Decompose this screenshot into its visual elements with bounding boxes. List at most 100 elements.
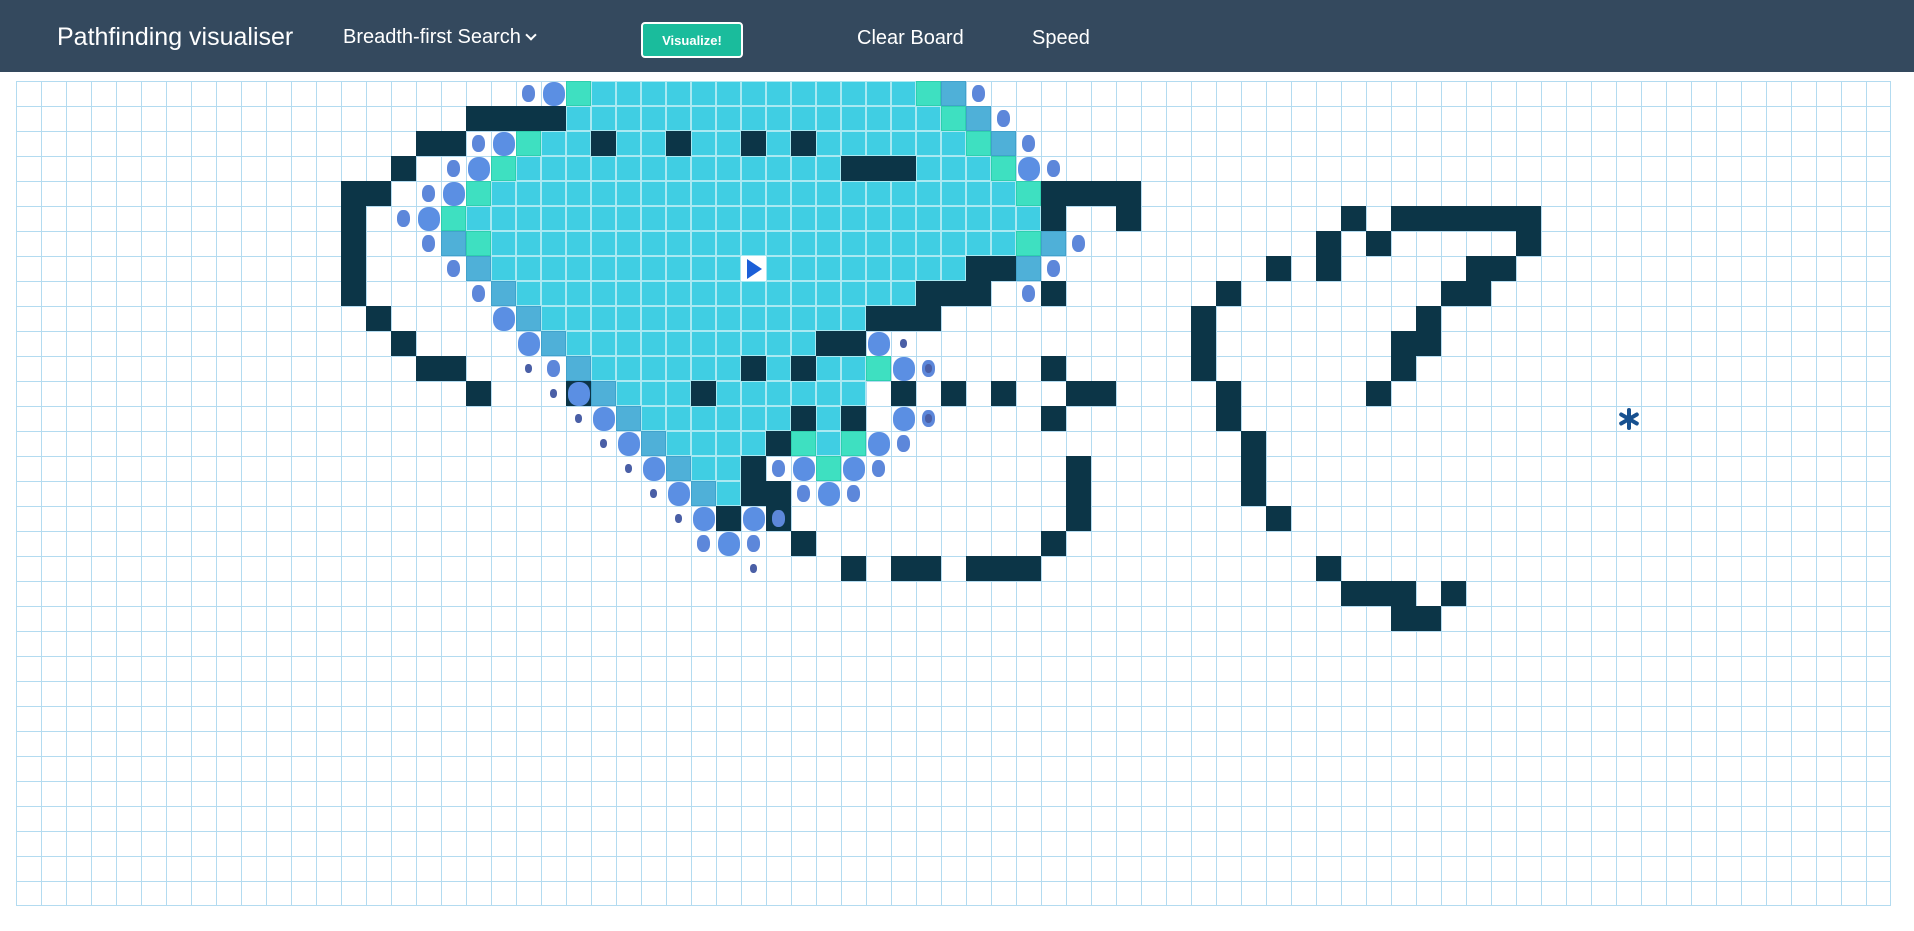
visited-cell[interactable]: [991, 231, 1016, 256]
wall-cell[interactable]: [1341, 206, 1366, 231]
wall-cell[interactable]: [366, 306, 391, 331]
visited-cell[interactable]: [616, 281, 641, 306]
wall-cell[interactable]: [866, 156, 891, 181]
queued-cell[interactable]: [691, 481, 716, 506]
visited-cell[interactable]: [691, 206, 716, 231]
visited-cell[interactable]: [666, 406, 691, 431]
wall-cell[interactable]: [1216, 406, 1241, 431]
wall-cell[interactable]: [1041, 206, 1066, 231]
target-node-icon[interactable]: [1616, 406, 1641, 431]
wall-cell[interactable]: [516, 106, 541, 131]
wall-cell[interactable]: [1391, 581, 1416, 606]
wall-cell[interactable]: [941, 381, 966, 406]
wall-cell[interactable]: [1391, 206, 1416, 231]
queued-cell[interactable]: [566, 356, 591, 381]
visited-cell[interactable]: [691, 306, 716, 331]
visited-cell[interactable]: [516, 206, 541, 231]
wall-cell[interactable]: [1416, 306, 1441, 331]
visited-cell[interactable]: [941, 206, 966, 231]
visited-cell[interactable]: [641, 306, 666, 331]
visited-cell[interactable]: [591, 106, 616, 131]
app-title[interactable]: Pathfinding visualiser: [57, 23, 293, 52]
visited-cell[interactable]: [641, 256, 666, 281]
wall-cell[interactable]: [841, 331, 866, 356]
visited-cell[interactable]: [716, 306, 741, 331]
visited-cell[interactable]: [691, 331, 716, 356]
wall-cell[interactable]: [1416, 606, 1441, 631]
visited-cell[interactable]: [766, 356, 791, 381]
visited-cell[interactable]: [766, 231, 791, 256]
visited-cell[interactable]: [491, 181, 516, 206]
wall-cell[interactable]: [1091, 381, 1116, 406]
wall-cell[interactable]: [1216, 381, 1241, 406]
wall-cell[interactable]: [1066, 456, 1091, 481]
visited-cell[interactable]: [641, 131, 666, 156]
visited-cell[interactable]: [816, 306, 841, 331]
visited-cell[interactable]: [1016, 206, 1041, 231]
visited-cell[interactable]: [841, 306, 866, 331]
visited-cell[interactable]: [641, 106, 666, 131]
wall-cell[interactable]: [1416, 331, 1441, 356]
visited-cell[interactable]: [766, 131, 791, 156]
visited-cell[interactable]: [691, 456, 716, 481]
visited-cell[interactable]: [566, 231, 591, 256]
visited-cell[interactable]: [766, 156, 791, 181]
wall-cell[interactable]: [541, 106, 566, 131]
wall-cell[interactable]: [1366, 581, 1391, 606]
visited-cell[interactable]: [691, 231, 716, 256]
wall-cell[interactable]: [1241, 431, 1266, 456]
frontier-cell[interactable]: [1016, 181, 1041, 206]
visited-cell[interactable]: [716, 206, 741, 231]
wall-cell[interactable]: [1466, 256, 1491, 281]
visited-cell[interactable]: [716, 281, 741, 306]
wall-cell[interactable]: [966, 256, 991, 281]
wall-cell[interactable]: [1391, 331, 1416, 356]
visited-cell[interactable]: [616, 206, 641, 231]
visited-cell[interactable]: [591, 81, 616, 106]
visited-cell[interactable]: [591, 156, 616, 181]
visited-cell[interactable]: [966, 181, 991, 206]
visited-cell[interactable]: [691, 81, 716, 106]
visited-cell[interactable]: [841, 181, 866, 206]
visited-cell[interactable]: [816, 381, 841, 406]
visited-cell[interactable]: [566, 181, 591, 206]
visited-cell[interactable]: [816, 406, 841, 431]
visited-cell[interactable]: [691, 356, 716, 381]
wall-cell[interactable]: [716, 506, 741, 531]
visited-cell[interactable]: [691, 131, 716, 156]
visited-cell[interactable]: [791, 206, 816, 231]
visited-cell[interactable]: [666, 306, 691, 331]
visited-cell[interactable]: [791, 306, 816, 331]
frontier-cell[interactable]: [816, 456, 841, 481]
frontier-cell[interactable]: [566, 81, 591, 106]
visited-cell[interactable]: [916, 106, 941, 131]
wall-cell[interactable]: [591, 131, 616, 156]
visited-cell[interactable]: [741, 81, 766, 106]
visited-cell[interactable]: [891, 81, 916, 106]
visited-cell[interactable]: [766, 81, 791, 106]
wall-cell[interactable]: [441, 356, 466, 381]
visited-cell[interactable]: [691, 181, 716, 206]
wall-cell[interactable]: [841, 406, 866, 431]
wall-cell[interactable]: [1066, 181, 1091, 206]
frontier-cell[interactable]: [1016, 231, 1041, 256]
visited-cell[interactable]: [516, 281, 541, 306]
visited-cell[interactable]: [841, 281, 866, 306]
visited-cell[interactable]: [741, 156, 766, 181]
frontier-cell[interactable]: [516, 131, 541, 156]
visited-cell[interactable]: [766, 406, 791, 431]
visited-cell[interactable]: [641, 206, 666, 231]
wall-cell[interactable]: [466, 106, 491, 131]
wall-cell[interactable]: [741, 456, 766, 481]
wall-cell[interactable]: [766, 431, 791, 456]
visited-cell[interactable]: [616, 231, 641, 256]
visited-cell[interactable]: [816, 131, 841, 156]
visited-cell[interactable]: [966, 206, 991, 231]
wall-cell[interactable]: [966, 281, 991, 306]
visited-cell[interactable]: [816, 356, 841, 381]
visited-cell[interactable]: [591, 356, 616, 381]
wall-cell[interactable]: [1366, 381, 1391, 406]
visited-cell[interactable]: [516, 181, 541, 206]
wall-cell[interactable]: [816, 331, 841, 356]
wall-cell[interactable]: [791, 356, 816, 381]
